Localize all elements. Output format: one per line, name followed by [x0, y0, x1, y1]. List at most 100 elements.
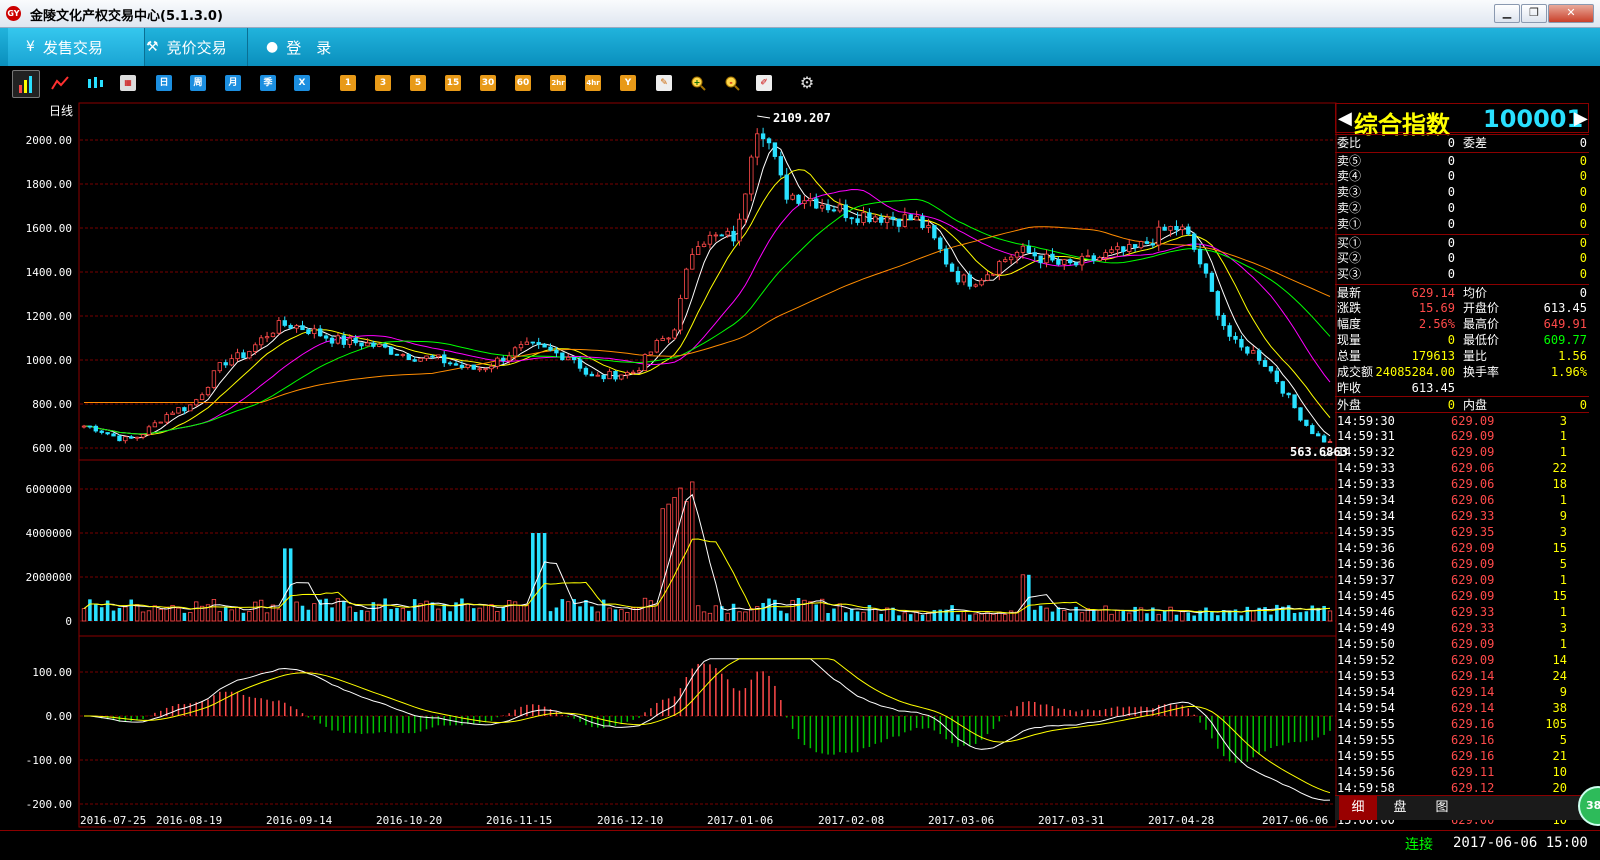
candle-body	[648, 351, 654, 355]
restore-button[interactable]: ❐	[1521, 4, 1547, 23]
volume-bar	[961, 611, 967, 622]
ma5-line	[83, 145, 1331, 439]
tab-detail[interactable]: 细	[1339, 796, 1377, 820]
date-axis-label: 2016-07-25	[80, 814, 146, 827]
hour-2-button[interactable]: 2hr	[550, 75, 566, 91]
candle-body	[489, 365, 494, 370]
volume-axis-label: 4000000	[26, 527, 72, 540]
volume-bar	[749, 608, 754, 622]
next-symbol-icon[interactable]: ▶	[1574, 108, 1588, 129]
tick-row: 14:59:56 629.11 10	[1337, 765, 1567, 779]
volume-bar	[826, 613, 830, 621]
volume-bar	[1127, 612, 1132, 622]
volume-bar	[176, 607, 181, 622]
candle-body	[1256, 350, 1262, 361]
candle-body	[424, 355, 429, 359]
zoom-out-icon[interactable]: -	[724, 75, 740, 91]
minimize-button[interactable]: ▁	[1494, 4, 1520, 23]
calendar-icon[interactable]: ▦	[120, 75, 136, 91]
volume-bar	[908, 614, 913, 621]
period-x-button[interactable]: X	[294, 75, 310, 91]
candle-body	[926, 225, 931, 229]
max-price-label: 2109.207	[773, 111, 831, 125]
volume-bar	[276, 608, 282, 622]
candle-body	[182, 407, 187, 412]
period-month-button[interactable]: 月	[225, 75, 241, 91]
volume-bar	[223, 607, 228, 621]
period-quarter-button[interactable]: 季	[260, 75, 276, 91]
candle-body	[205, 386, 211, 396]
quote-bottom-tabs: 细 盘 图	[1335, 795, 1589, 820]
volume-bar	[448, 611, 452, 621]
volume-bar	[300, 605, 305, 621]
tab-order-book[interactable]: 盘	[1381, 796, 1419, 820]
minute-60-button[interactable]: 60	[515, 75, 531, 91]
volume-axis-label: 0	[65, 615, 72, 628]
minute-5-button[interactable]: 5	[410, 75, 426, 91]
candle-body	[636, 370, 642, 373]
volume-bar	[660, 508, 665, 622]
minute-30-button[interactable]: 30	[480, 75, 496, 91]
settings-icon[interactable]: ⚙	[799, 75, 815, 91]
period-week-button[interactable]: 周	[190, 75, 206, 91]
candle-body	[1327, 441, 1333, 443]
volume-bar	[536, 533, 541, 621]
candle-body	[843, 204, 848, 219]
volume-bar	[324, 598, 328, 621]
period-day-button[interactable]: 日	[156, 75, 172, 91]
candle-chart-icon[interactable]	[86, 75, 103, 91]
candle-body	[684, 268, 689, 299]
candle-body	[879, 216, 884, 223]
edit-icon[interactable]: ✎	[656, 75, 672, 91]
candle-body	[1245, 346, 1250, 354]
candle-body	[436, 354, 441, 358]
volume-bar	[950, 605, 954, 621]
draw-icon[interactable]: ✐	[756, 75, 772, 91]
tab-sale-trade[interactable]: ¥ 发售交易	[8, 28, 145, 66]
candle-body	[430, 355, 435, 358]
tab-chart[interactable]: 图	[1423, 796, 1461, 820]
candle-body	[1097, 257, 1102, 261]
tick-row: 14:59:31 629.09 1	[1337, 429, 1567, 443]
candle-body	[388, 346, 394, 355]
volume-axis-label: 2000000	[26, 571, 72, 584]
volume-bar	[784, 613, 789, 621]
candle-body	[152, 422, 158, 428]
minute-1-button[interactable]: 1	[340, 75, 356, 91]
candle-body	[465, 364, 471, 368]
volume-bar	[1304, 611, 1309, 621]
candle-body	[802, 200, 807, 204]
hour-4-button[interactable]: 4hr	[585, 75, 601, 91]
macd-axis-label: 0.00	[46, 710, 73, 723]
zoom-in-icon[interactable]: +	[690, 75, 706, 91]
candle-body	[642, 354, 648, 371]
minute-3-button[interactable]: 3	[375, 75, 391, 91]
prev-symbol-icon[interactable]: ◀	[1338, 108, 1352, 129]
candle-body	[1050, 253, 1055, 261]
tab-login[interactable]: ● 登 录	[266, 28, 356, 66]
candle-body	[129, 436, 134, 439]
quote-stat-row: 涨跌 15.69 开盘价 613.45	[1337, 301, 1587, 315]
candle-body	[371, 342, 376, 347]
tab-bid-trade[interactable]: ⚒ 竞价交易	[146, 28, 246, 66]
candle-body	[140, 434, 146, 438]
line-chart-icon[interactable]	[51, 75, 69, 91]
price-axis-label: 600.00	[32, 442, 72, 455]
candle-body	[247, 350, 252, 359]
minute-15-button[interactable]: 15	[445, 75, 461, 91]
candle-body	[1156, 226, 1161, 246]
close-button[interactable]: ✕	[1548, 4, 1594, 23]
year-button[interactable]: Y	[620, 75, 636, 91]
volume-bar	[477, 607, 482, 622]
bar-chart-icon[interactable]	[12, 70, 40, 98]
svg-text:+: +	[694, 78, 701, 87]
volume-ma5-line	[83, 493, 1331, 615]
tick-row: 14:59:55 629.16 105	[1337, 717, 1567, 731]
candle-body	[406, 354, 411, 361]
volume-bar	[99, 607, 104, 621]
volume-bar	[684, 501, 689, 622]
macd-dea-line	[83, 658, 1331, 794]
volume-bar	[1251, 610, 1256, 622]
volume-bar	[672, 497, 677, 622]
candle-body	[117, 435, 122, 442]
